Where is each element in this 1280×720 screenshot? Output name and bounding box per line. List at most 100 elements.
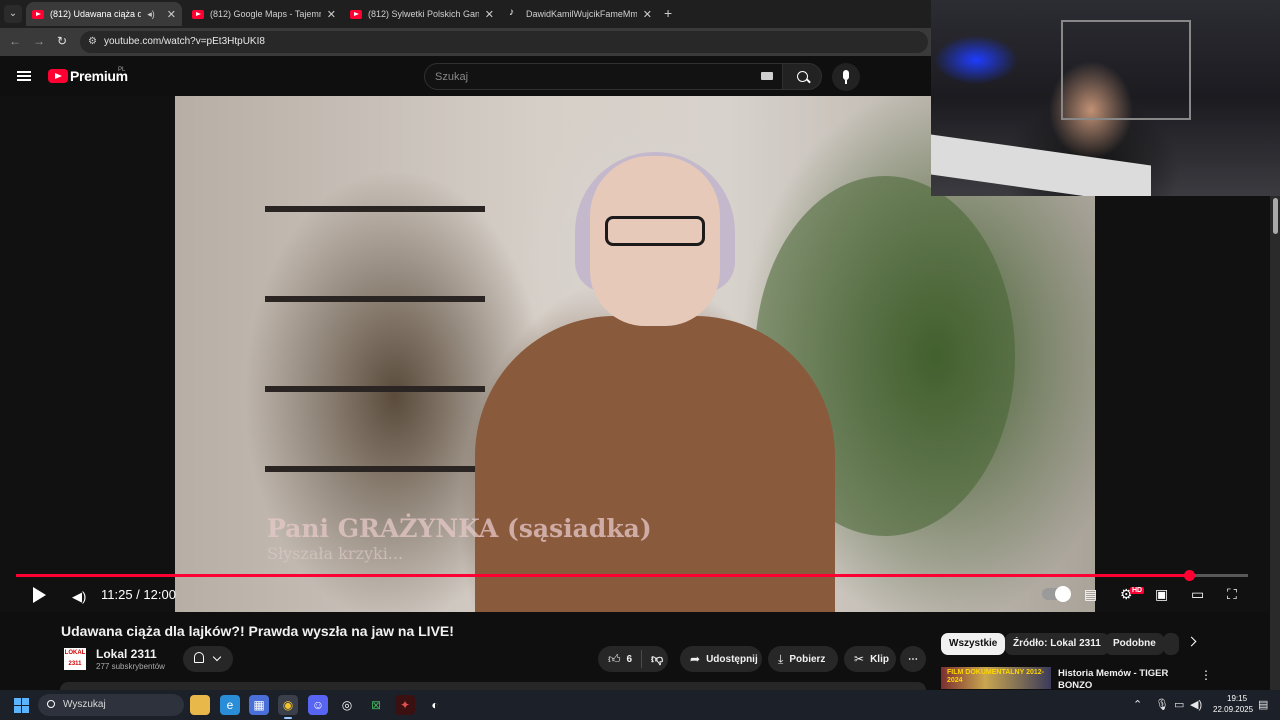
- close-tab-icon[interactable]: ✕: [643, 8, 652, 21]
- game-app-icon[interactable]: ✦: [395, 695, 415, 715]
- notification-bell-button[interactable]: [183, 646, 233, 672]
- speaker-icon[interactable]: ◂): [147, 9, 155, 20]
- browser-tab-sylwetki[interactable]: (812) Sylwetki Polskich Gangste ✕: [344, 2, 500, 26]
- voice-search-button[interactable]: [832, 63, 860, 91]
- shelf-shape: [265, 296, 485, 302]
- recommendation-title[interactable]: Historia Memów - TIGER BONZO: [1058, 668, 1188, 692]
- play-icon[interactable]: [33, 587, 46, 603]
- download-button[interactable]: ⤓ Pobierz: [768, 646, 838, 672]
- webcam-shelf-shape: [1061, 20, 1191, 120]
- search-placeholder: Szukaj: [435, 71, 469, 83]
- steam-icon[interactable]: ◎: [337, 695, 357, 715]
- volume-tray-icon[interactable]: ◀): [1190, 698, 1202, 711]
- windows-start-icon[interactable]: [14, 698, 29, 713]
- reload-icon[interactable]: ↻: [57, 34, 67, 48]
- close-tab-icon[interactable]: ✕: [167, 8, 176, 21]
- webcam-overlay: [931, 0, 1280, 196]
- obs-icon[interactable]: ◐: [425, 695, 445, 715]
- subscriber-count: 277 subskrybentów: [96, 662, 165, 671]
- windows-taskbar: Wyszukaj e ▦ ◉ ☺ ◎ ⊠ ✦ ◐ ⌃ 🎙︎ ▭ ◀) ▤: [0, 690, 1280, 720]
- back-arrow-icon[interactable]: ←: [9, 34, 21, 48]
- share-label: Udostępnij: [706, 653, 758, 665]
- more-actions-button[interactable]: ⋯: [900, 646, 926, 672]
- thumbs-up-icon: 👍︎: [608, 651, 621, 666]
- download-label: Pobierz: [789, 653, 826, 665]
- channel-name[interactable]: Lokal 2311: [96, 647, 157, 661]
- network-icon[interactable]: ▭: [1174, 698, 1184, 711]
- youtube-favicon-icon: [192, 9, 204, 19]
- recommendation-menu-icon[interactable]: ⋮: [1200, 668, 1212, 682]
- miniplayer-icon[interactable]: ▣: [1155, 586, 1168, 603]
- thumbs-down-icon[interactable]: 👎︎: [642, 652, 663, 667]
- microsoft-store-icon[interactable]: ▦: [249, 695, 269, 715]
- chip-related[interactable]: Podobne: [1105, 633, 1164, 655]
- youtube-logo-icon[interactable]: [48, 69, 68, 83]
- forward-arrow-icon[interactable]: →: [33, 34, 45, 48]
- lower-third-name: Pani GRAŻYNKA (sąsiadka): [267, 514, 652, 543]
- description-box[interactable]: [60, 682, 926, 690]
- more-icon: ⋯: [908, 653, 918, 665]
- chip-all[interactable]: Wszystkie: [941, 633, 1006, 655]
- autoplay-toggle[interactable]: [1042, 586, 1071, 602]
- site-info-icon[interactable]: ⚙: [88, 36, 97, 47]
- lower-third-subtitle: Słyszała krzyki...: [267, 544, 404, 563]
- browser-tab-tiktok[interactable]: DawidKamilWujcikFameMma ( ✕: [502, 2, 658, 26]
- scissors-icon: ✂: [854, 652, 865, 666]
- close-tab-icon[interactable]: ✕: [485, 8, 494, 21]
- file-explorer-icon[interactable]: [190, 695, 210, 715]
- recommendation-thumbnail[interactable]: FILM DOKUMENTALNY 2012-2024: [941, 667, 1051, 689]
- search-input[interactable]: Szukaj: [424, 63, 784, 90]
- volume-icon[interactable]: ◀): [72, 589, 86, 605]
- video-title: Udawana ciąża dla lajków?! Prawda wyszła…: [61, 623, 454, 639]
- taskbar-search-box[interactable]: Wyszukaj: [38, 694, 184, 716]
- tab-title: (812) Sylwetki Polskich Gangste: [368, 9, 479, 19]
- page-scrollbar[interactable]: [1270, 196, 1280, 690]
- search-icon: [47, 700, 55, 708]
- browser-tab-google-maps[interactable]: (812) Google Maps - Tajemnice ✕: [186, 2, 342, 26]
- edge-browser-icon[interactable]: e: [220, 695, 240, 715]
- new-tab-button[interactable]: +: [664, 5, 672, 21]
- url-text[interactable]: youtube.com/watch?v=pEt3HtpUKI8: [104, 36, 265, 47]
- tab-search-dropdown-button[interactable]: ⌄: [4, 5, 22, 23]
- chip-partial[interactable]: [1163, 633, 1179, 655]
- keyboard-icon[interactable]: [761, 72, 773, 80]
- youtube-favicon-icon: [350, 9, 362, 19]
- like-dislike-buttons: 👍︎ 6 👎︎: [598, 646, 668, 672]
- clock-time[interactable]: 19:15: [1227, 694, 1247, 703]
- theater-mode-icon[interactable]: ▭: [1191, 586, 1204, 603]
- clock-date[interactable]: 22.09.2025: [1213, 705, 1253, 714]
- tab-title: DawidKamilWujcikFameMma (: [526, 9, 637, 19]
- time-display: 11:25 / 12:00: [101, 587, 176, 602]
- channel-avatar[interactable]: LOKAL 2311: [64, 648, 86, 670]
- chrome-icon[interactable]: ◉: [278, 695, 298, 719]
- close-tab-icon[interactable]: ✕: [327, 8, 336, 21]
- tab-title: (812) Google Maps - Tajemnice: [210, 9, 321, 19]
- chevron-right-icon[interactable]: [1186, 636, 1197, 647]
- like-button[interactable]: 👍︎ 6: [598, 650, 642, 668]
- scrollbar-thumb[interactable]: [1273, 198, 1278, 234]
- notification-center-icon[interactable]: ▤: [1258, 698, 1268, 711]
- share-button[interactable]: ➦ Udostępnij: [680, 646, 762, 672]
- xbox-icon[interactable]: ⊠: [366, 695, 386, 715]
- video-progress-bar[interactable]: [16, 570, 1248, 581]
- discord-icon[interactable]: ☺: [308, 695, 328, 715]
- download-icon: ⤓: [778, 651, 784, 666]
- browser-tab-udawana[interactable]: (812) Udawana ciąża dla lajk ◂) ✕: [26, 2, 182, 26]
- search-button[interactable]: [782, 63, 822, 90]
- clip-button[interactable]: ✂ Klip: [844, 646, 896, 672]
- woman-torso-shape: [475, 316, 835, 612]
- tray-overflow-icon[interactable]: ⌃: [1133, 698, 1142, 711]
- address-bar[interactable]: ⚙ youtube.com/watch?v=pEt3HtpUKI8: [80, 31, 928, 53]
- youtube-favicon-icon: [32, 9, 44, 19]
- bell-icon: [194, 652, 204, 663]
- like-count: 6: [626, 653, 633, 665]
- fullscreen-icon[interactable]: ⛶: [1227, 586, 1237, 603]
- glasses-shape: [605, 216, 705, 246]
- subtitles-icon[interactable]: ▤: [1084, 586, 1097, 603]
- shelf-shape: [265, 466, 485, 472]
- hamburger-menu-icon[interactable]: [17, 71, 31, 81]
- chip-source-channel[interactable]: Źródło: Lokal 2311: [1005, 633, 1109, 655]
- microphone-tray-icon[interactable]: 🎙︎: [1155, 698, 1169, 711]
- clip-label: Klip: [870, 653, 889, 665]
- webcam-desk-shape: [931, 134, 1151, 196]
